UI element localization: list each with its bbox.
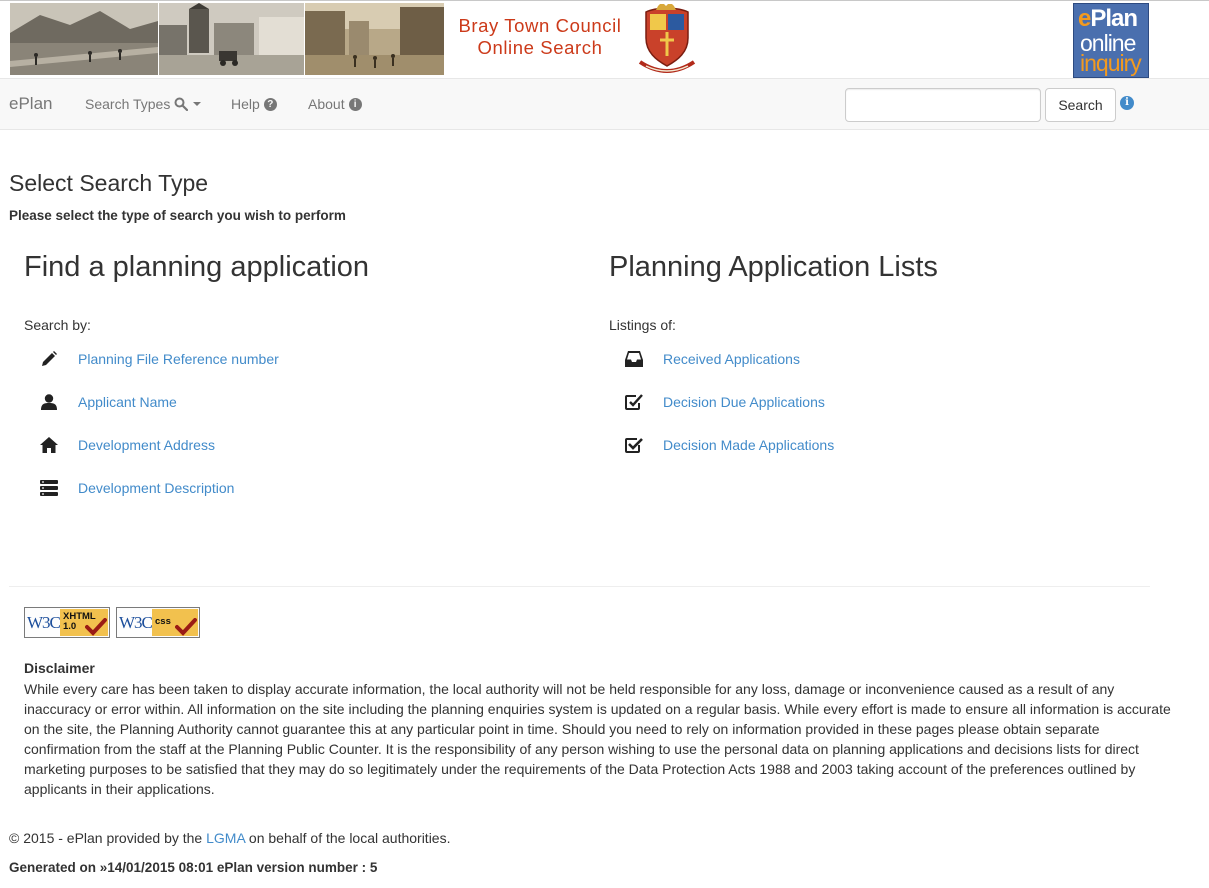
planning-file-reference-link[interactable]: Planning File Reference number (78, 351, 279, 367)
list-item: Decision Due Applications (623, 391, 825, 413)
eplan-online-inquiry-logo: ePlan online inquiry (1073, 3, 1149, 78)
home-icon (38, 435, 60, 455)
generated-timestamp: Generated on »14/01/2015 08:01 ePlan ver… (9, 860, 378, 875)
decision-due-applications-link[interactable]: Decision Due Applications (663, 394, 825, 410)
decision-made-applications-link[interactable]: Decision Made Applications (663, 437, 834, 453)
search-button[interactable]: Search (1045, 88, 1116, 122)
disclaimer-text: While every care has been taken to displ… (24, 681, 1171, 797)
council-title-line2: Online Search (477, 37, 603, 58)
copyright-suffix: on behalf of the local authorities. (248, 830, 451, 846)
disclaimer-title: Disclaimer (24, 660, 95, 676)
copyright-prefix: © 2015 - ePlan provided by the (9, 830, 203, 846)
list-item: Development Address (38, 434, 215, 456)
applicant-name-link[interactable]: Applicant Name (78, 394, 177, 410)
search-info-icon[interactable]: i (1120, 96, 1134, 110)
council-crest-icon (636, 2, 698, 76)
application-lists-heading: Planning Application Lists (609, 251, 938, 283)
list-item: Decision Made Applications (623, 434, 834, 456)
logo-e: e (1078, 5, 1091, 32)
main-street-photo (305, 3, 444, 75)
w3c-xhtml-badge[interactable]: W3C XHTML 1.0 (24, 607, 110, 638)
church-street-photo (159, 3, 304, 75)
search-by-label: Search by: (24, 317, 91, 333)
navbar: ePlan Search Types Help ? About i Search… (0, 78, 1209, 130)
find-application-heading: Find a planning application (24, 251, 370, 283)
footer-divider (9, 586, 1150, 587)
inbox-icon (623, 349, 645, 369)
w3c-xhtml-w3c-text: W3C (27, 613, 61, 632)
search-types-label: Search Types (85, 96, 171, 112)
copyright-notice: © 2015 - ePlan provided by the LGMA on b… (9, 830, 450, 846)
lgma-link[interactable]: LGMA (206, 830, 245, 846)
user-icon (38, 392, 60, 412)
list-item: Applicant Name (38, 391, 177, 413)
info-circle-icon: i (348, 97, 362, 111)
check-icon (85, 618, 107, 636)
navbar-brand[interactable]: ePlan (9, 94, 52, 114)
help-label: Help (231, 96, 260, 112)
search-types-dropdown[interactable]: Search Types (85, 96, 202, 112)
council-title: Bray Town Council Online Search (445, 15, 635, 59)
w3c-css-badge[interactable]: W3C css (116, 607, 200, 638)
about-label: About (308, 96, 345, 112)
logo-inquiry: inquiry (1080, 50, 1142, 76)
list-item: Planning File Reference number (38, 348, 279, 370)
search-input[interactable] (845, 88, 1041, 122)
checked-box-icon (623, 435, 645, 455)
help-menu[interactable]: Help ? (231, 96, 277, 112)
development-address-link[interactable]: Development Address (78, 437, 215, 453)
page-title: Select Search Type (9, 170, 209, 196)
council-title-line1: Bray Town Council (458, 15, 622, 36)
question-circle-icon: ? (263, 97, 277, 111)
logo-plan: Plan (1090, 5, 1138, 32)
css-badge-text: css (155, 616, 171, 627)
list-item: Received Applications (623, 348, 800, 370)
edit-check-icon (623, 392, 645, 412)
pencil-icon (38, 349, 60, 369)
list-icon (38, 478, 60, 498)
w3c-css-w3c-text: W3C (119, 613, 153, 632)
chevron-down-icon (193, 102, 202, 106)
page-subtitle: Please select the type of search you wis… (9, 208, 346, 223)
seafront-photo (10, 3, 158, 75)
search-icon (174, 97, 189, 111)
listings-of-label: Listings of: (609, 317, 676, 333)
site-banner: Bray Town Council Online Search ePlan on… (0, 0, 1209, 78)
check-icon (175, 618, 197, 636)
about-menu[interactable]: About i (308, 96, 362, 112)
list-item: Development Description (38, 477, 234, 499)
development-description-link[interactable]: Development Description (78, 480, 234, 496)
received-applications-link[interactable]: Received Applications (663, 351, 800, 367)
